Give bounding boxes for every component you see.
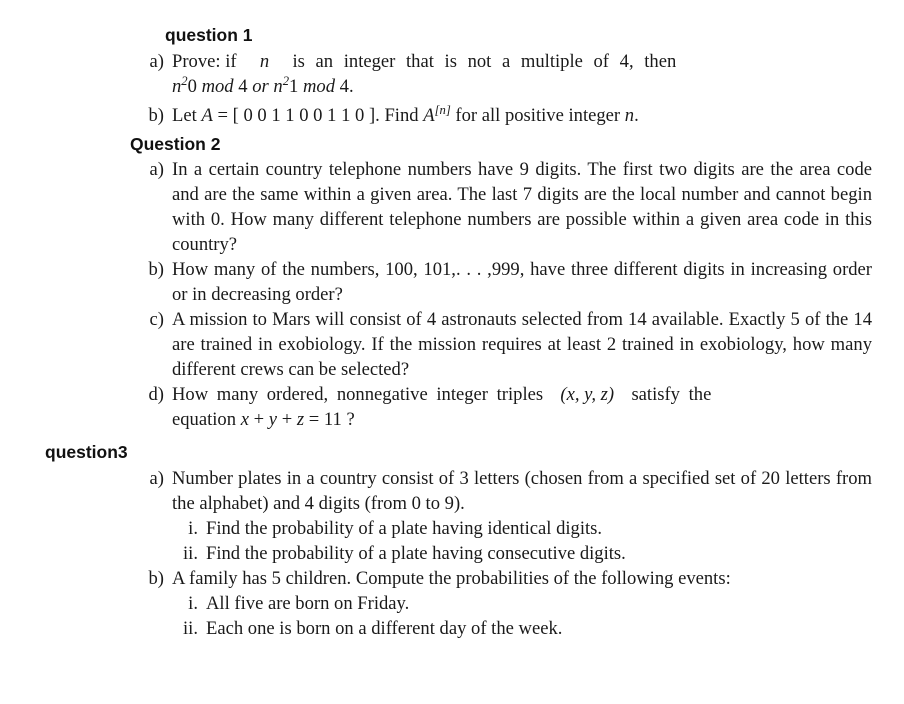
- list-marker: b): [148, 105, 165, 127]
- q2d-value: 11 ?: [323, 409, 355, 431]
- q2d-var-y: y: [268, 409, 278, 431]
- q1a-mod-1: mod: [201, 76, 234, 98]
- q2d-plus-1: +: [253, 409, 265, 431]
- list-item-text: Prove: if n is an integer that is not a …: [172, 49, 872, 99]
- list-item-text: Number plates in a country consist of 3 …: [172, 468, 872, 515]
- list-item: b) How many of the numbers, 100, 101,. .…: [134, 257, 873, 307]
- list-marker: c): [149, 309, 164, 331]
- section-heading-question-3: question3: [45, 442, 128, 463]
- q1b-rest: for all positive integer: [455, 105, 621, 127]
- q1a-period: .: [348, 76, 354, 98]
- sub-list-marker: ii.: [183, 618, 198, 640]
- q1b-matrix-power: A[n]: [423, 102, 451, 127]
- q1b-matrix-label: A: [201, 105, 213, 127]
- sub-list-item: ii. Each one is born on a different day …: [152, 616, 872, 641]
- q2d-post: satisfy the: [631, 384, 712, 406]
- q2d-triple: (x, y, z): [560, 384, 615, 406]
- q1b-end: .: [634, 105, 639, 127]
- list-item: a) In a certain country telephone number…: [134, 157, 872, 257]
- q1a-n-squared-2: n2: [273, 73, 290, 98]
- list-item-text: How many ordered, nonnegative integer tr…: [172, 382, 872, 432]
- q1a-line1-rest: is an integer that is not a multiple of …: [292, 51, 677, 73]
- question-3-list: a) Number plates in a country consist of…: [134, 466, 873, 641]
- q2d-var-z: z: [296, 409, 305, 431]
- q1a-or: or: [252, 76, 269, 98]
- question-2-list: a) In a certain country telephone number…: [134, 157, 873, 432]
- list-marker: a): [149, 159, 164, 181]
- question-3b-sublist: i. All five are born on Friday. ii. Each…: [152, 591, 872, 641]
- q1b-A-symbol: A: [423, 105, 435, 127]
- q2d-equation-label: equation: [172, 409, 237, 431]
- sub-list-marker: ii.: [183, 543, 198, 565]
- q1a-line1-pre: Prove: if: [172, 51, 237, 73]
- q1a-n-squared-1: n2: [172, 73, 188, 98]
- q1b-matrix-values: [ 0 0 1 1 0 0 1 1 0 ]: [232, 105, 376, 127]
- sub-list-marker: i.: [188, 518, 198, 540]
- list-item-text: How many of the numbers, 100, 101,. . . …: [172, 259, 872, 306]
- list-item-text: Let A = [ 0 0 1 1 0 0 1 1 0 ]. Find A[n]…: [172, 103, 872, 128]
- sub-list-item: i. All five are born on Friday.: [152, 591, 872, 616]
- q1b-dot: .: [375, 105, 380, 127]
- sub-list-item-text: All five are born on Friday.: [206, 593, 410, 615]
- sub-list-item-text: Find the probability of a plate having c…: [206, 543, 626, 565]
- q1a-mod-2: mod: [302, 76, 335, 98]
- list-marker: a): [149, 468, 164, 490]
- q1a-variable-n: n: [259, 51, 270, 73]
- list-item-text: A family has 5 children. Compute the pro…: [172, 568, 731, 590]
- q1a-value-0: 0: [187, 76, 197, 98]
- list-item-text: A mission to Mars will consist of 4 astr…: [172, 309, 872, 381]
- document-page: question 1 a) Prove: if n is an integer …: [0, 0, 904, 704]
- list-marker: b): [148, 568, 165, 590]
- q1b-equals: =: [217, 105, 228, 127]
- section-heading-question-2: Question 2: [130, 134, 221, 155]
- q2d-equals: =: [308, 409, 320, 431]
- list-item: d) How many ordered, nonnegative integer…: [134, 382, 872, 432]
- question-1-list: a) Prove: if n is an integer that is not…: [134, 49, 872, 128]
- list-item: b) A family has 5 children. Compute the …: [134, 566, 872, 591]
- list-item: a) Number plates in a country consist of…: [134, 466, 872, 516]
- q1a-modulus-2: 4: [339, 76, 349, 98]
- sub-list-item-text: Each one is born on a different day of t…: [206, 618, 563, 640]
- q1b-variable-n: n: [624, 105, 635, 127]
- q2d-pre: How many ordered, nonnegative integer tr…: [172, 384, 544, 406]
- sub-list-item: i. Find the probability of a plate havin…: [152, 516, 872, 541]
- list-item: a) Prove: if n is an integer that is not…: [134, 49, 872, 99]
- section-heading-question-1: question 1: [165, 25, 253, 45]
- q1b-find: Find: [384, 105, 419, 127]
- list-item: c) A mission to Mars will consist of 4 a…: [134, 307, 872, 382]
- q2d-plus-2: +: [281, 409, 293, 431]
- q1b-exponent: [n]: [434, 102, 451, 117]
- list-marker: b): [148, 259, 165, 281]
- question-3a-sublist: i. Find the probability of a plate havin…: [152, 516, 872, 566]
- list-marker: d): [148, 384, 165, 406]
- list-item-text: In a certain country telephone numbers h…: [172, 159, 872, 256]
- list-marker: a): [149, 51, 164, 73]
- q1a-modulus-1: 4: [238, 76, 248, 98]
- sub-list-marker: i.: [188, 593, 198, 615]
- q1b-pre: Let: [172, 105, 197, 127]
- sub-list-item: ii. Find the probability of a plate havi…: [152, 541, 872, 566]
- list-item: b) Let A = [ 0 0 1 1 0 0 1 1 0 ]. Find A…: [134, 103, 872, 128]
- q2d-var-x: x: [240, 409, 249, 431]
- sub-list-item-text: Find the probability of a plate having i…: [206, 518, 603, 540]
- q1a-value-1: 1: [289, 76, 299, 98]
